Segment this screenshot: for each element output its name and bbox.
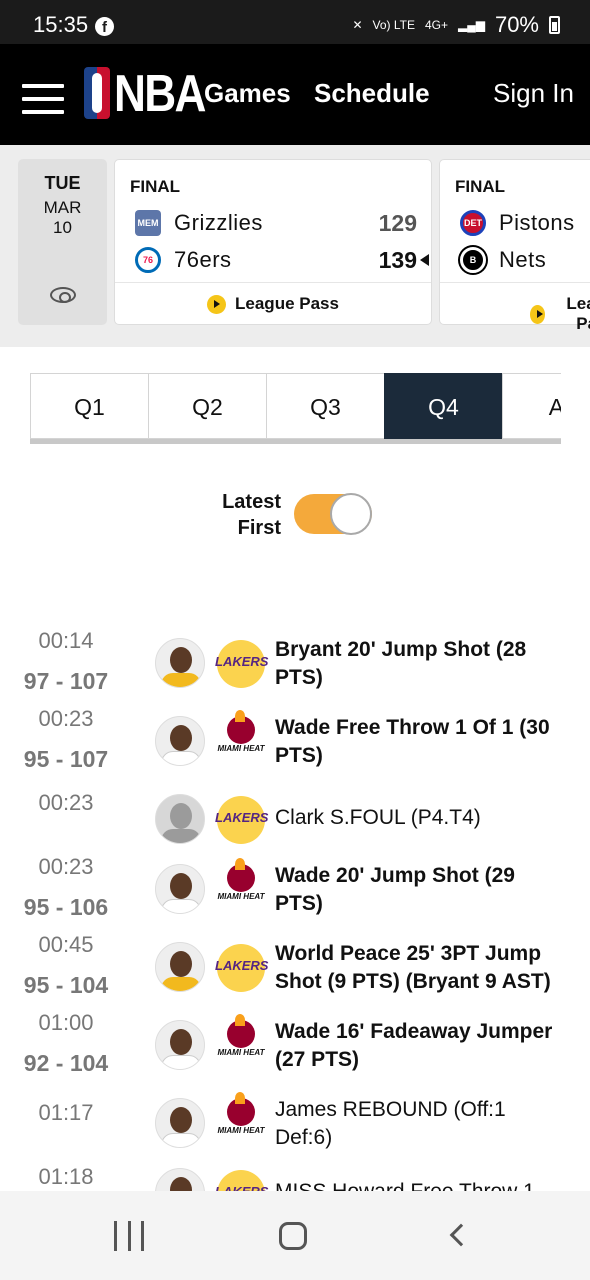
status-bar: 15:35 f ✕ Vo) LTE 4G+ ▂▄▆ 70% bbox=[0, 0, 590, 44]
quarter-tabs: Q1 Q2 Q3 Q4 All bbox=[30, 373, 561, 444]
play-time: 01:17 bbox=[38, 1100, 94, 1125]
home-icon[interactable] bbox=[279, 1222, 307, 1250]
play-description: Wade 20' Jump Shot (29 PTS) bbox=[275, 864, 515, 915]
team-name: Pistons bbox=[499, 210, 575, 235]
nba-logo-icon[interactable] bbox=[84, 67, 110, 119]
play-score: 95 - 107 bbox=[23, 746, 109, 772]
card-divider bbox=[440, 282, 590, 283]
play-score: 92 - 104 bbox=[23, 1050, 109, 1076]
network-type-icon: 4G+ bbox=[424, 18, 448, 32]
recents-icon[interactable] bbox=[114, 1221, 144, 1251]
player-headshot-icon bbox=[155, 1020, 205, 1070]
latest-first-toggle[interactable] bbox=[294, 493, 372, 535]
eye-icon[interactable] bbox=[50, 287, 76, 303]
league-pass-label: League Pass bbox=[566, 294, 590, 333]
scoreboard-strip: TUE MAR 10 FINAL MEM Grizzlies 129 76 76… bbox=[0, 145, 590, 347]
play-time: 01:00 bbox=[38, 1010, 94, 1035]
heat-logo-icon: MIAMI HEAT bbox=[217, 858, 265, 910]
league-pass-button[interactable]: League Pass bbox=[440, 294, 590, 334]
tabs-scroll-indicator bbox=[30, 439, 505, 444]
date-day-of-week: TUE bbox=[44, 173, 81, 193]
play-description: World Peace 25' 3PT Jump Shot (9 PTS) (B… bbox=[275, 942, 551, 993]
game-card[interactable]: FINAL DET Pistons B Nets League Pass bbox=[439, 159, 590, 333]
heat-logo-icon: MIAMI HEAT bbox=[217, 1014, 265, 1066]
nba-logo-text[interactable]: NBA bbox=[114, 64, 206, 124]
team-row: MEM Grizzlies 129 bbox=[135, 209, 417, 237]
toggle-knob bbox=[330, 493, 372, 535]
player-headshot-icon bbox=[155, 864, 205, 914]
grizzlies-logo-icon: MEM bbox=[135, 210, 161, 236]
lakers-logo-icon: LAKERS bbox=[215, 640, 268, 688]
pistons-logo-icon: DET bbox=[460, 210, 486, 236]
team-score: 129 bbox=[378, 209, 417, 236]
mute-icon: ✕ bbox=[352, 18, 363, 32]
league-pass-button[interactable]: League Pass bbox=[115, 294, 431, 314]
tab-all[interactable]: All bbox=[502, 373, 561, 439]
nets-logo-icon: B bbox=[460, 247, 486, 273]
top-nav: NBA Games Schedule Sign In bbox=[0, 44, 590, 145]
date-selector[interactable]: TUE MAR 10 bbox=[18, 159, 107, 325]
nav-games-link[interactable]: Games bbox=[204, 78, 291, 109]
play-description: Clark S.FOUL (P4.T4) bbox=[275, 806, 481, 829]
team-score: 139 bbox=[378, 246, 417, 273]
play-description: James REBOUND (Off:1 Def:6) bbox=[275, 1098, 506, 1149]
team-row: 76 76ers 139 bbox=[135, 246, 429, 274]
team-name: Nets bbox=[499, 247, 547, 272]
player-headshot-icon bbox=[155, 638, 205, 688]
76ers-logo-icon: 76 bbox=[135, 247, 161, 273]
player-headshot-icon bbox=[155, 942, 205, 992]
nav-schedule-link[interactable]: Schedule bbox=[314, 78, 430, 109]
play-score: 95 - 106 bbox=[23, 894, 109, 920]
status-indicators: ✕ Vo) LTE 4G+ ▂▄▆ 70% bbox=[352, 12, 560, 38]
heat-logo-icon: MIAMI HEAT bbox=[217, 710, 265, 762]
date-day: 10 bbox=[53, 218, 72, 237]
heat-logo-icon: MIAMI HEAT bbox=[217, 1092, 265, 1144]
play-description: Bryant 20' Jump Shot (28 PTS) bbox=[275, 638, 527, 689]
menu-icon[interactable] bbox=[22, 84, 64, 114]
play-time: 00:23 bbox=[38, 790, 94, 815]
tab-q3[interactable]: Q3 bbox=[266, 373, 385, 439]
play-time: 01:18 bbox=[38, 1164, 94, 1189]
play-time: 00:14 bbox=[38, 628, 94, 653]
play-score: 95 - 104 bbox=[23, 972, 109, 998]
game-status: FINAL bbox=[130, 177, 181, 196]
volte-icon: Vo) LTE bbox=[372, 18, 415, 32]
tab-q4[interactable]: Q4 bbox=[384, 373, 503, 439]
signal-icon: ▂▄▆ bbox=[457, 18, 485, 32]
system-nav-bar bbox=[0, 1191, 590, 1280]
back-icon[interactable] bbox=[449, 1223, 473, 1247]
team-row: DET Pistons bbox=[460, 209, 590, 237]
team-name: Grizzlies bbox=[174, 210, 263, 235]
lakers-logo-icon: LAKERS bbox=[215, 796, 268, 844]
facebook-icon: f bbox=[95, 17, 114, 36]
team-row: B Nets bbox=[460, 246, 590, 274]
latest-first-label: Latest First bbox=[222, 491, 281, 539]
battery-percent: 70% bbox=[494, 12, 539, 37]
battery-icon bbox=[549, 16, 560, 34]
winner-arrow-icon bbox=[420, 254, 429, 266]
play-time: 00:23 bbox=[38, 854, 94, 879]
tab-q2[interactable]: Q2 bbox=[148, 373, 267, 439]
sign-in-link[interactable]: Sign In bbox=[493, 78, 574, 109]
play-description: Wade Free Throw 1 Of 1 (30 PTS) bbox=[275, 716, 550, 767]
date-month: MAR bbox=[43, 198, 82, 217]
status-time: 15:35 bbox=[33, 12, 89, 37]
play-time: 00:23 bbox=[38, 706, 94, 731]
game-card[interactable]: FINAL MEM Grizzlies 129 76 76ers 139 Lea… bbox=[114, 159, 432, 325]
play-time: 00:45 bbox=[38, 932, 94, 957]
card-divider bbox=[115, 282, 431, 283]
play-icon bbox=[530, 304, 546, 324]
league-pass-label: League Pass bbox=[235, 294, 339, 313]
team-name: 76ers bbox=[174, 247, 232, 272]
tab-q1[interactable]: Q1 bbox=[30, 373, 149, 439]
player-headshot-icon bbox=[155, 1098, 205, 1148]
game-status: FINAL bbox=[455, 177, 506, 196]
play-score: 97 - 107 bbox=[23, 668, 109, 694]
play-description: Wade 16' Fadeaway Jumper (27 PTS) bbox=[275, 1020, 553, 1071]
play-icon bbox=[207, 294, 227, 314]
player-headshot-icon bbox=[155, 716, 205, 766]
lakers-logo-icon: LAKERS bbox=[215, 944, 268, 992]
player-headshot-icon bbox=[155, 794, 205, 844]
